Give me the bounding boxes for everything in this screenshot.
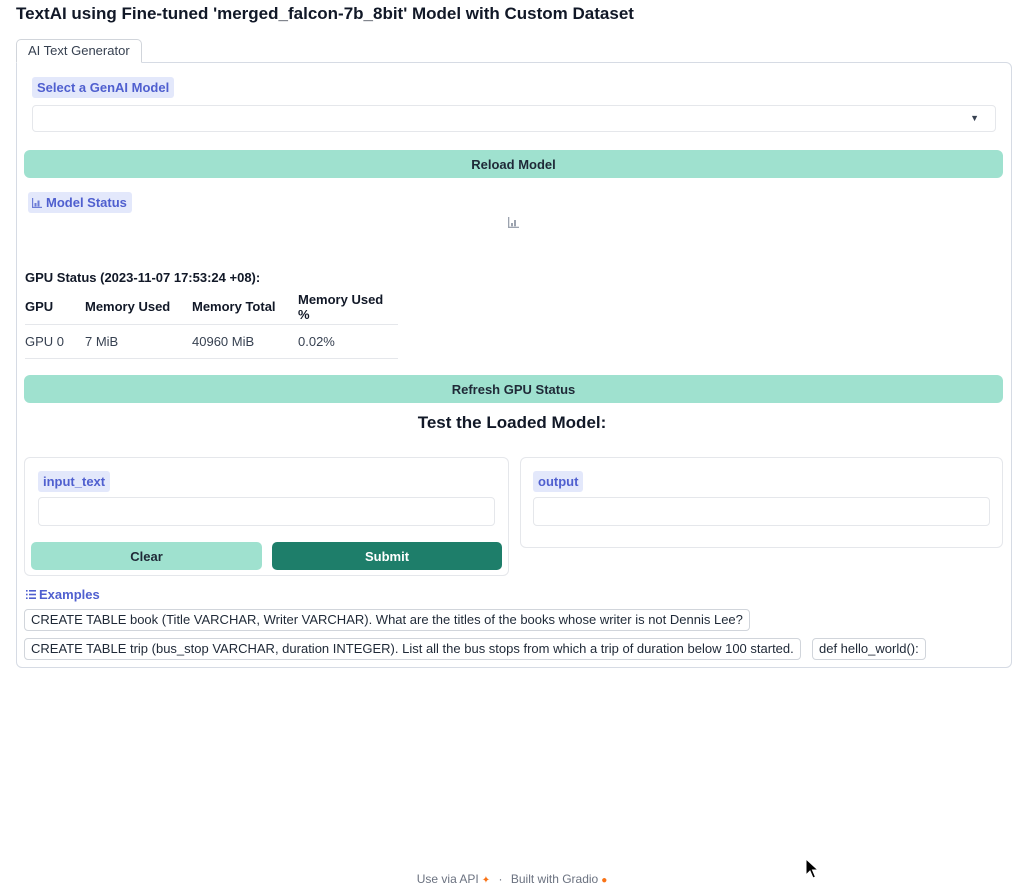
- model-dropdown[interactable]: ▼: [32, 105, 996, 132]
- column-header: Memory Used %: [298, 290, 398, 325]
- gradio-logo-icon: ●: [601, 875, 608, 886]
- gpu-status-table: GPU Memory Used Memory Total Memory Used…: [25, 290, 398, 359]
- list-icon: [26, 590, 36, 599]
- output-field: [533, 497, 990, 526]
- examples-label: Examples: [26, 587, 100, 602]
- test-section-title: Test the Loaded Model:: [417, 413, 607, 432]
- footer: Use via API ✦ · Built with Gradio ●: [0, 872, 1024, 886]
- mouse-cursor-icon: [805, 858, 819, 879]
- footer-separator: ·: [498, 872, 503, 886]
- built-with-gradio-link[interactable]: Built with Gradio: [511, 872, 598, 886]
- input-text-field[interactable]: [38, 497, 495, 526]
- table-cell: 40960 MiB: [192, 324, 298, 359]
- page-title: TextAI using Fine-tuned 'merged_falcon-7…: [16, 4, 634, 23]
- table-cell: 7 MiB: [85, 324, 192, 359]
- submit-button[interactable]: Submit: [272, 542, 502, 570]
- model-select-label: Select a GenAI Model: [32, 77, 175, 98]
- use-via-api-link[interactable]: Use via API: [417, 872, 479, 886]
- reload-model-button[interactable]: Reload Model: [24, 150, 1003, 178]
- clear-button[interactable]: Clear: [31, 542, 262, 570]
- rocket-icon: ✦: [481, 875, 491, 886]
- column-header: Memory Total: [192, 290, 298, 325]
- caret-down-icon: ▼: [970, 113, 979, 123]
- model-status-label: Model Status: [28, 192, 132, 213]
- output-label: output: [533, 471, 584, 492]
- input-text-label: input_text: [38, 471, 111, 492]
- column-header: GPU: [25, 290, 85, 325]
- model-status-text: Model Status: [46, 195, 127, 210]
- example-item[interactable]: CREATE TABLE trip (bus_stop VARCHAR, dur…: [24, 638, 801, 660]
- bar-chart-icon: [508, 217, 519, 228]
- bar-chart-icon: [32, 198, 42, 208]
- table-cell: GPU 0: [25, 324, 85, 359]
- refresh-gpu-status-button[interactable]: Refresh GPU Status: [24, 375, 1003, 403]
- table-cell: 0.02%: [298, 324, 398, 359]
- tab-ai-text-generator[interactable]: AI Text Generator: [16, 39, 142, 63]
- example-item[interactable]: def hello_world():: [812, 638, 926, 660]
- table-header-row: GPU Memory Used Memory Total Memory Used…: [25, 290, 398, 325]
- example-item[interactable]: CREATE TABLE book (Title VARCHAR, Writer…: [24, 609, 750, 631]
- table-row: GPU 0 7 MiB 40960 MiB 0.02%: [25, 324, 398, 359]
- gpu-status-heading: GPU Status (2023-11-07 17:53:24 +08):: [25, 270, 261, 285]
- examples-label-text: Examples: [39, 587, 100, 602]
- column-header: Memory Used: [85, 290, 192, 325]
